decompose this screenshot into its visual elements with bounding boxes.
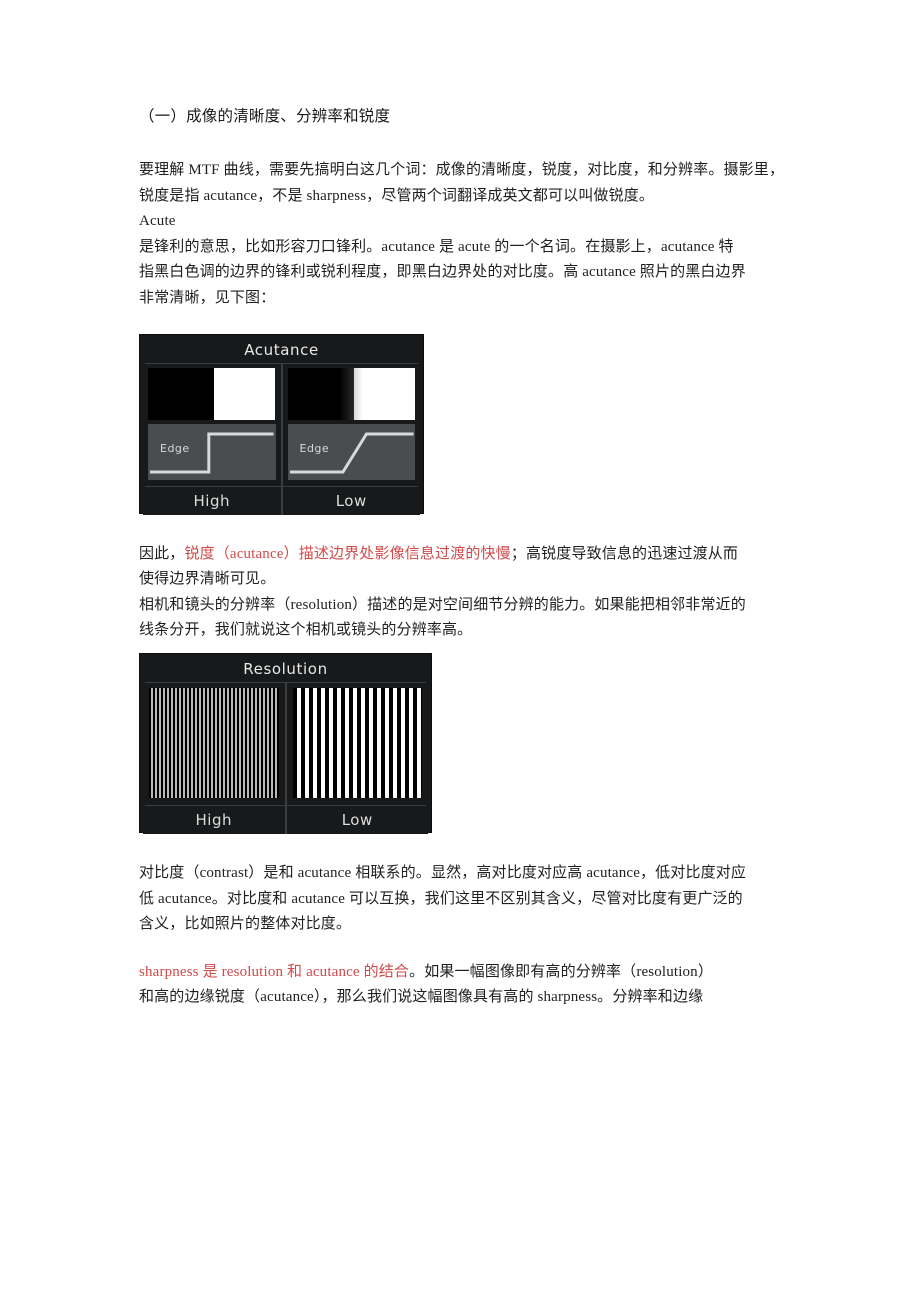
acutance-low-edge-image xyxy=(287,367,416,420)
white-region xyxy=(214,367,276,420)
paragraph-1-line-2: Acute xyxy=(139,213,176,230)
edge-label: Edge xyxy=(160,441,190,455)
paragraph-2-highlight: 锐度（acutance）描述边界处影像信息过渡的快慢 xyxy=(184,545,511,562)
paragraph-4-line-2: 低 acutance。对比度和 acutance 可以互换，我们这里不区别其含义… xyxy=(139,890,743,907)
paragraph-4-line-1: 对比度（contrast）是和 acutance 相联系的。显然，高对比度对应高… xyxy=(139,864,747,881)
document-page: （一）成像的清晰度、分辨率和锐度 要理解 MTF 曲线，需要先搞明白这几个词：成… xyxy=(0,0,920,1302)
acutance-low-edge-graph: Edge xyxy=(287,423,415,480)
paragraph-5-line-1: sharpness 是 resolution 和 acutance 的结合。如果… xyxy=(139,960,799,986)
figure-acutance-low-panel: Edge xyxy=(283,364,421,486)
black-region xyxy=(287,367,354,420)
black-region xyxy=(148,367,215,420)
paragraph-2-prefix: 因此， xyxy=(139,545,185,562)
figure-acutance-footer: High Low xyxy=(143,486,420,515)
edge-label: Edge xyxy=(299,441,330,455)
figure-resolution-label-high: High xyxy=(195,810,232,829)
paragraph-1-line-1: 要理解 MTF 曲线，需要先搞明白这几个词：成像的清晰度，锐度，对比度，和分辨率… xyxy=(139,162,785,204)
paragraph-1-line-4: 指黑白色调的边界的锋利或锐利程度，即黑白边界处的对比度。高 acutance 照… xyxy=(139,264,746,281)
figure-acutance-title: Acutance xyxy=(143,337,420,363)
figure-resolution-body xyxy=(143,682,429,805)
figure-resolution-high-panel xyxy=(143,683,285,805)
figure-acutance-label-high: High xyxy=(193,491,230,510)
paragraph-1-line-3: 是锋利的意思，比如形容刀口锋利。acutance 是 acute 的一个名词。在… xyxy=(139,238,734,255)
figure-resolution: Resolution High Low xyxy=(139,652,432,834)
paragraph-2-suffix: ；高锐度导致信息的迅速过渡从而 xyxy=(510,545,739,562)
paragraph-3-line-2: 线条分开，我们就说这个相机或镜头的分辨率高。 xyxy=(139,622,473,639)
paragraph-2-line-2: 使得边界清晰可见。 xyxy=(139,571,276,588)
figure-resolution-title: Resolution xyxy=(143,656,428,682)
figure-resolution-label-low: Low xyxy=(341,810,373,829)
paragraph-4-line-3: 含义，比如照片的整体对比度。 xyxy=(139,916,352,933)
figure-resolution-low-panel xyxy=(287,683,429,805)
resolution-low-stripes xyxy=(292,687,422,798)
paragraph-5-line-2: 和高的边缘锐度（acutance），那么我们说这幅图像具有高的 sharpnes… xyxy=(139,989,704,1006)
page-title: （一）成像的清晰度、分辨率和锐度 xyxy=(139,108,391,125)
acutance-high-edge-image xyxy=(148,367,276,420)
figure-resolution-footer: High Low xyxy=(143,805,428,834)
paragraph-3-line-1: 相机和镜头的分辨率（resolution）描述的是对空间细节分辨的能力。如果能把… xyxy=(139,596,746,613)
paragraph-1-line-5: 非常清晰，见下图： xyxy=(139,289,276,306)
figure-acutance-label-low: Low xyxy=(335,491,367,510)
paragraph-5-highlight: sharpness 是 resolution 和 acutance 的结合 xyxy=(139,963,410,980)
paragraph-5-suffix: 。如果一幅图像即有高的分辨率（resolution） xyxy=(409,963,713,980)
white-region xyxy=(353,367,415,420)
figure-acutance-body: Edge Edge xyxy=(143,363,421,486)
document-content: （一）成像的清晰度、分辨率和锐度 要理解 MTF 曲线，需要先搞明白这几个词：成… xyxy=(139,104,799,1011)
figure-acutance-high-panel: Edge xyxy=(143,364,281,486)
figure-acutance: Acutance Edge Edge High Low xyxy=(139,333,424,515)
resolution-high-stripes xyxy=(149,687,279,798)
paragraph-2-line-1: 因此，锐度（acutance）描述边界处影像信息过渡的快慢；高锐度导致信息的迅速… xyxy=(139,542,799,568)
acutance-high-edge-graph: Edge xyxy=(148,423,276,480)
